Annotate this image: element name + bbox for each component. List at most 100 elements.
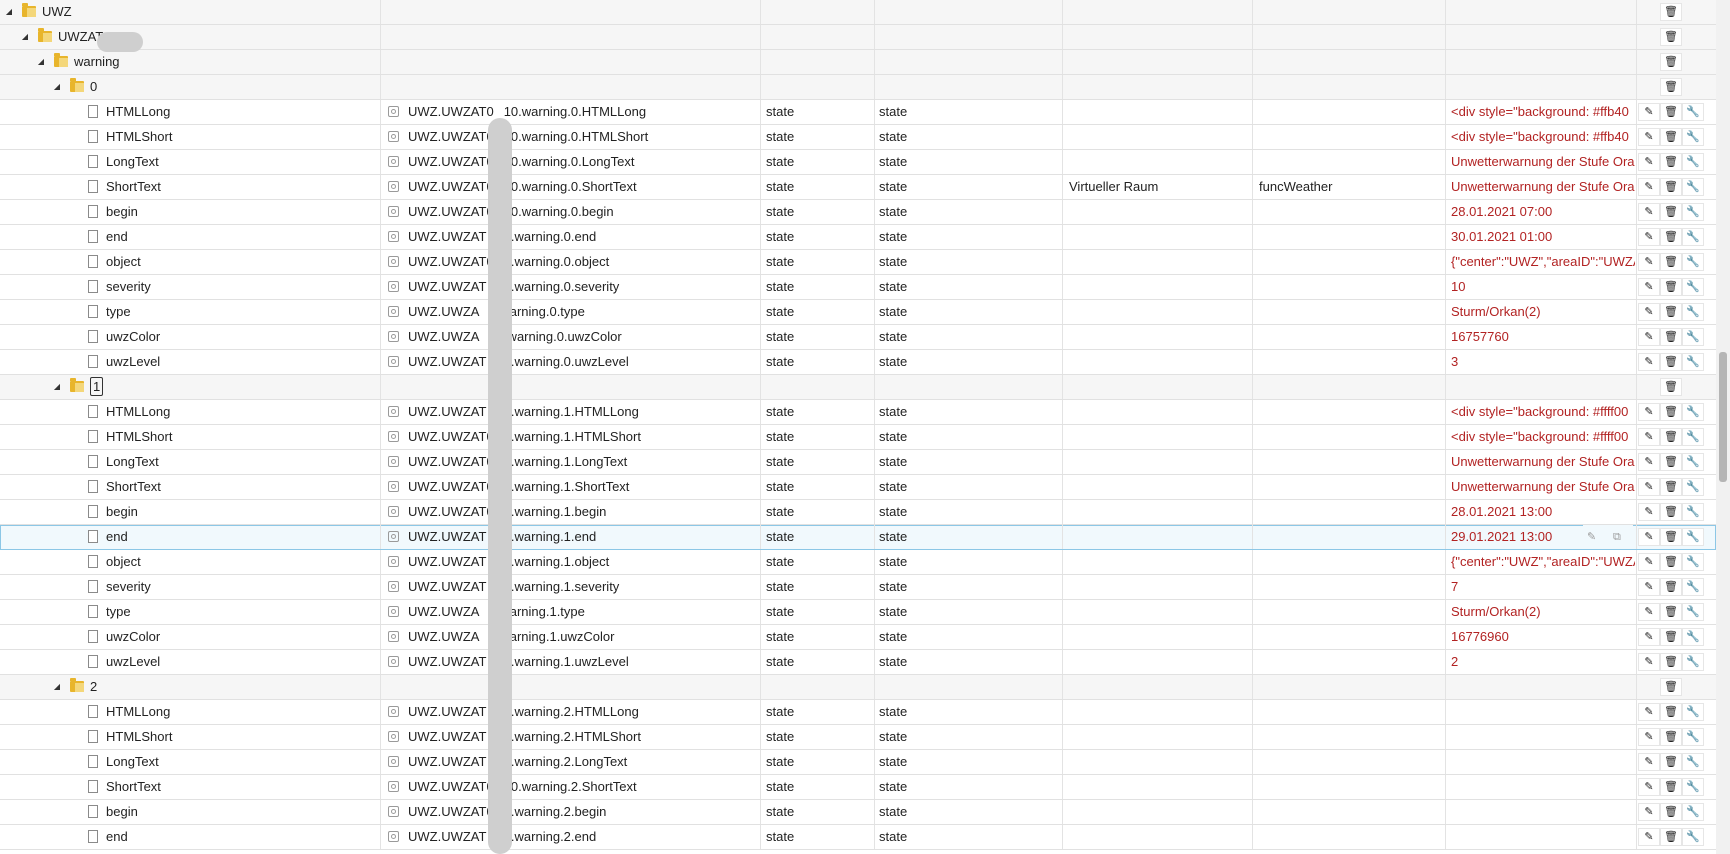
vertical-scrollbar-thumb[interactable] [1719,352,1727,482]
settings-button[interactable]: 🔧 [1682,153,1704,171]
tree-state-row[interactable]: HTMLLong UWZ.UWZAT0 10.warning.0.HTMLLong s… [0,100,1717,125]
object-id-copy-icon[interactable] [388,631,399,642]
value-cell[interactable]: Unwetterwarnung der Stufe Orange [1451,450,1635,474]
delete-button[interactable]: 🗑 [1660,178,1682,196]
tree-state-row[interactable]: type UWZ.UWZA 0.warning.0.type state state St… [0,300,1717,325]
tree-state-row[interactable]: type UWZ.UWZA 0.warning.1.type state state St… [0,600,1717,625]
settings-button[interactable]: 🔧 [1682,553,1704,571]
delete-button[interactable]: 🗑 [1660,828,1682,846]
tree-state-row[interactable]: end UWZ.UWZAT 10.warning.1.end state state 29… [0,525,1717,550]
collapse-toggle-icon[interactable]: ◢ [36,50,46,74]
value-cell[interactable]: <div style="background: #ffb40 [1451,100,1635,124]
edit-button[interactable]: ✎ [1638,478,1660,496]
settings-button[interactable]: 🔧 [1682,603,1704,621]
object-id-copy-icon[interactable] [388,731,399,742]
settings-button[interactable]: 🔧 [1682,753,1704,771]
value-cell[interactable]: Unwetterwarnung der Stufe Orange [1451,475,1635,499]
delete-button[interactable]: 🗑 [1660,778,1682,796]
edit-button[interactable]: ✎ [1638,128,1660,146]
settings-button[interactable]: 🔧 [1682,728,1704,746]
value-cell[interactable] [1451,800,1635,824]
delete-button[interactable]: 🗑 [1660,528,1682,546]
settings-button[interactable]: 🔧 [1682,703,1704,721]
settings-button[interactable]: 🔧 [1682,478,1704,496]
delete-button[interactable]: 🗑 [1660,278,1682,296]
tree-state-row[interactable]: begin UWZ.UWZAT0 0.warning.1.begin state sta… [0,500,1717,525]
delete-button[interactable]: 🗑 [1660,803,1682,821]
object-id-copy-icon[interactable] [388,706,399,717]
settings-button[interactable]: 🔧 [1682,528,1704,546]
settings-button[interactable]: 🔧 [1682,128,1704,146]
collapse-toggle-icon[interactable]: ◢ [4,0,14,24]
tree-state-row[interactable]: uwzLevel UWZ.UWZAT 10.warning.0.uwzLevel st… [0,350,1717,375]
collapse-toggle-icon[interactable]: ◢ [52,75,62,99]
delete-button[interactable]: 🗑 [1660,603,1682,621]
tree-state-row[interactable]: LongText UWZ.UWZAT 10.warning.2.LongText st… [0,750,1717,775]
tree-state-row[interactable]: begin UWZ.UWZAT0 0.warning.2.begin state sta… [0,800,1717,825]
settings-button[interactable]: 🔧 [1682,628,1704,646]
value-cell[interactable]: Unwetterwarnung der Stufe Orange [1451,150,1635,174]
settings-button[interactable]: 🔧 [1682,778,1704,796]
settings-button[interactable]: 🔧 [1682,328,1704,346]
tree-state-row[interactable]: HTMLLong UWZ.UWZAT 10.warning.1.HTMLLong st… [0,400,1717,425]
object-id-copy-icon[interactable] [388,606,399,617]
object-id-copy-icon[interactable] [388,756,399,767]
object-id-copy-icon[interactable] [388,531,399,542]
tree-folder-row[interactable]: ◢ UWZ 🗑 [0,0,1717,25]
value-cell[interactable] [1451,750,1635,774]
value-cell[interactable]: 7 [1451,575,1635,599]
delete-button[interactable]: 🗑 [1660,78,1682,96]
edit-button[interactable]: ✎ [1638,753,1660,771]
tree-state-row[interactable]: ShortText UWZ.UWZAT0 0.warning.1.ShortText… [0,475,1717,500]
tree-folder-row[interactable]: ◢ warning 🗑 [0,50,1717,75]
delete-button[interactable]: 🗑 [1660,728,1682,746]
tree-state-row[interactable]: begin UWZ.UWZAT0 10.warning.0.begin state st… [0,200,1717,225]
tree-state-row[interactable]: ShortText UWZ.UWZAT0 10.warning.2.ShortTex… [0,775,1717,800]
edit-button[interactable]: ✎ [1638,178,1660,196]
inline-edit-icon[interactable]: ✎ [1587,525,1596,549]
value-cell[interactable]: 3 [1451,350,1635,374]
edit-button[interactable]: ✎ [1638,453,1660,471]
object-id-copy-icon[interactable] [388,256,399,267]
settings-button[interactable]: 🔧 [1682,428,1704,446]
edit-button[interactable]: ✎ [1638,828,1660,846]
object-id-copy-icon[interactable] [388,156,399,167]
delete-button[interactable]: 🗑 [1660,428,1682,446]
object-id-copy-icon[interactable] [388,181,399,192]
delete-button[interactable]: 🗑 [1660,553,1682,571]
value-cell[interactable]: Sturm/Orkan(2) [1451,300,1635,324]
value-cell[interactable] [1451,725,1635,749]
settings-button[interactable]: 🔧 [1682,653,1704,671]
tree-state-row[interactable]: LongText UWZ.UWZAT00 0.warning.0.LongText s… [0,150,1717,175]
value-cell[interactable]: 28.01.2021 07:00 [1451,200,1635,224]
delete-button[interactable]: 🗑 [1660,228,1682,246]
tree-state-row[interactable]: object UWZ.UWZAT 10.warning.1.object state s… [0,550,1717,575]
delete-button[interactable]: 🗑 [1660,353,1682,371]
tree-state-row[interactable]: HTMLShort UWZ.UWZAT0 0.warning.1.HTMLShort… [0,425,1717,450]
delete-button[interactable]: 🗑 [1660,703,1682,721]
delete-button[interactable]: 🗑 [1660,28,1682,46]
edit-button[interactable]: ✎ [1638,153,1660,171]
delete-button[interactable]: 🗑 [1660,628,1682,646]
settings-button[interactable]: 🔧 [1682,828,1704,846]
tree-state-row[interactable]: LongText UWZ.UWZAT0 0.warning.1.LongText st… [0,450,1717,475]
value-cell[interactable] [1451,775,1635,799]
settings-button[interactable]: 🔧 [1682,403,1704,421]
delete-button[interactable]: 🗑 [1660,453,1682,471]
value-cell[interactable]: <div style="background: #ffb40 [1451,125,1635,149]
value-cell[interactable]: 28.01.2021 13:00 [1451,500,1635,524]
object-id-copy-icon[interactable] [388,306,399,317]
object-id-copy-icon[interactable] [388,456,399,467]
delete-button[interactable]: 🗑 [1660,3,1682,21]
tree-state-row[interactable]: uwzLevel UWZ.UWZAT 10.warning.1.uwzLevel st… [0,650,1717,675]
tree-state-row[interactable]: end UWZ.UWZAT 10.warning.2.end state state ✎ 🗑… [0,825,1717,850]
value-cell[interactable]: 10 [1451,275,1635,299]
object-id-copy-icon[interactable] [388,481,399,492]
delete-button[interactable]: 🗑 [1660,578,1682,596]
edit-button[interactable]: ✎ [1638,278,1660,296]
edit-button[interactable]: ✎ [1638,203,1660,221]
delete-button[interactable]: 🗑 [1660,328,1682,346]
delete-button[interactable]: 🗑 [1660,403,1682,421]
edit-button[interactable]: ✎ [1638,553,1660,571]
object-id-copy-icon[interactable] [388,556,399,567]
